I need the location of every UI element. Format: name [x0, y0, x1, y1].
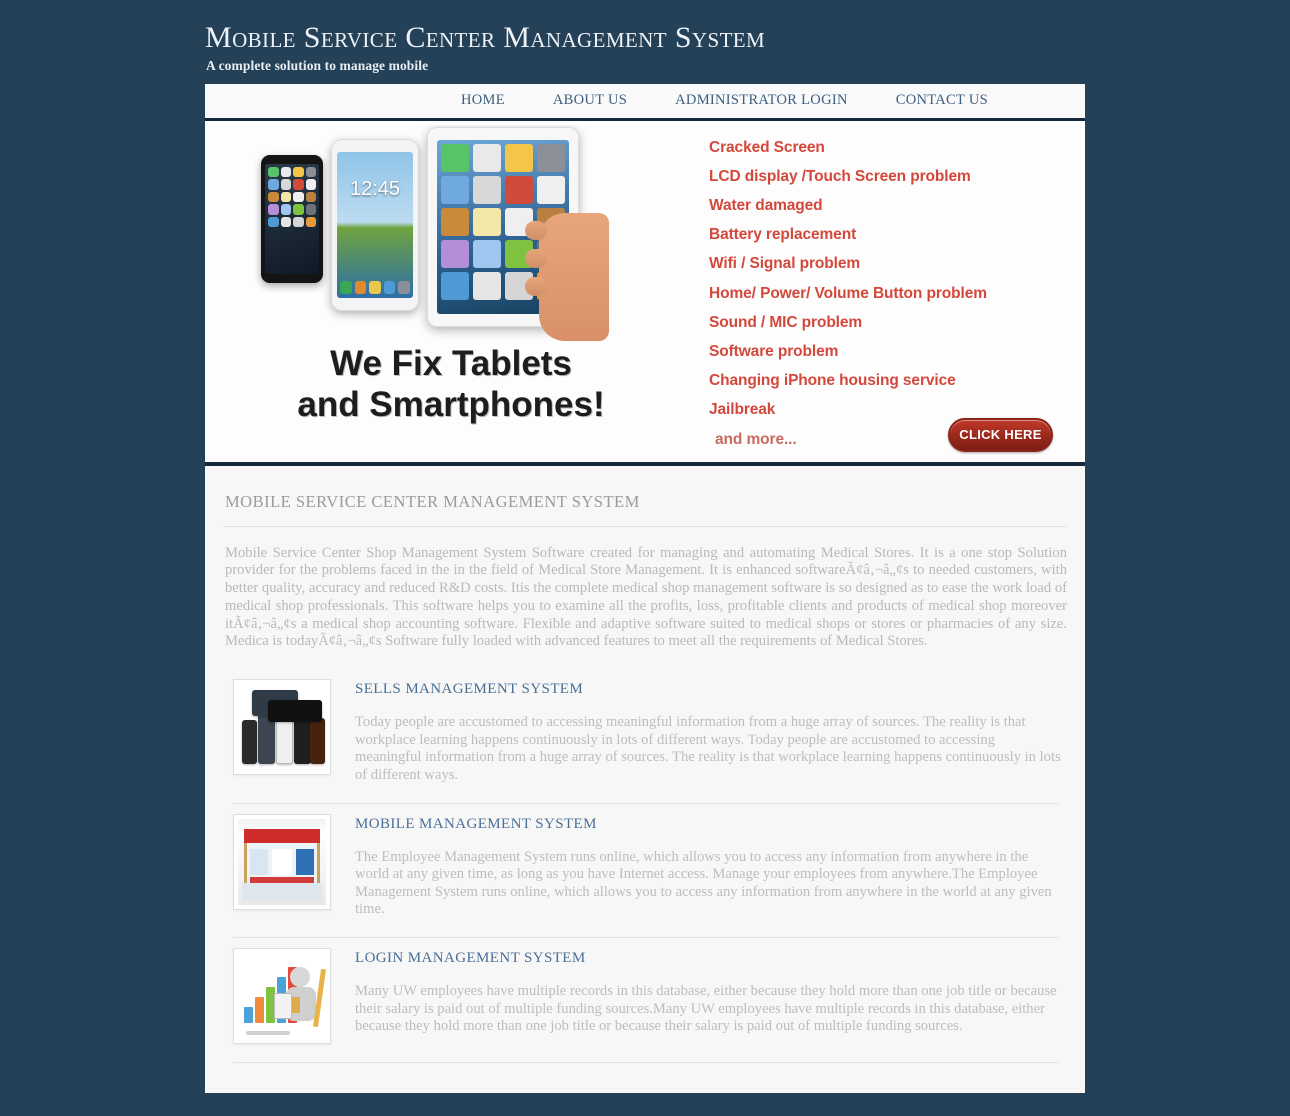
banner-service-item: Wifi / Signal problem	[709, 255, 861, 273]
main-content-card: MOBILE SERVICE CENTER MANAGEMENT SYSTEM …	[205, 465, 1085, 1094]
app-icon	[293, 191, 304, 202]
app-icon	[293, 179, 304, 190]
nav-about-us[interactable]: ABOUT US	[529, 92, 651, 109]
feature-body: SELLS MANAGEMENT SYSTEM Today people are …	[355, 679, 1067, 784]
phone-clock-label: 12:45	[349, 177, 401, 200]
app-icon	[293, 166, 304, 177]
mobile-store-front-icon	[238, 818, 326, 905]
dock-icon	[340, 280, 352, 294]
app-icon	[280, 179, 291, 190]
app-icon	[280, 166, 291, 177]
banner-service-item: LCD display /Touch Screen problem	[709, 167, 971, 185]
site-header: Mobile Service Center Management System …	[0, 0, 1290, 84]
feature-item: MOBILE MANAGEMENT SYSTEM The Employee Man…	[223, 804, 1067, 933]
feature-body: MOBILE MANAGEMENT SYSTEM The Employee Man…	[355, 814, 1067, 919]
app-icon	[280, 204, 291, 215]
smartphones-group-icon	[238, 684, 326, 771]
app-icon	[293, 204, 304, 215]
hero-banner-wrap: 12:45 We Fix Tablets and Smartphones! Cr…	[205, 120, 1085, 466]
app-icon	[280, 216, 291, 227]
main-navigation: HOME ABOUT US ADMINISTRATOR LOGIN CONTACT U…	[205, 83, 1085, 121]
section-title: MOBILE SERVICE CENTER MANAGEMENT SYSTEM	[225, 491, 640, 511]
page-title: Mobile Service Center Management System	[205, 21, 766, 54]
app-icon	[305, 191, 316, 202]
dock-icon	[398, 280, 410, 294]
feature-text: The Employee Management System runs onli…	[355, 848, 1052, 918]
banner-service-item: Home/ Power/ Volume Button problem	[709, 284, 987, 302]
click-here-label: CLICK HERE	[959, 427, 1042, 442]
white-phone-icon: 12:45	[331, 138, 419, 311]
banner-headline: We Fix Tablets and Smartphones!	[221, 343, 681, 425]
app-icon	[473, 239, 501, 268]
app-icon	[268, 216, 279, 227]
feature-item: LOGIN MANAGEMENT SYSTEM Many UW employees…	[223, 938, 1067, 1058]
feature-list: SELLS MANAGEMENT SYSTEM Today people are …	[223, 669, 1067, 1064]
feature-title[interactable]: MOBILE MANAGEMENT SYSTEM	[355, 816, 1067, 833]
title-divider	[223, 525, 1067, 527]
hand-icon	[525, 212, 609, 341]
app-icon	[441, 175, 469, 204]
nav-list: HOME ABOUT US ADMINISTRATOR LOGIN CONTACT U…	[205, 92, 1012, 109]
app-icon	[473, 143, 501, 172]
page-root: Mobile Service Center Management System …	[0, 0, 1290, 1094]
nav-contact-us[interactable]: CONTACT US	[872, 92, 1012, 109]
hero-banner: 12:45 We Fix Tablets and Smartphones! Cr…	[209, 124, 1081, 462]
dock-icon	[383, 280, 396, 294]
feature-divider	[233, 1062, 1059, 1064]
feature-thumbnail[interactable]	[233, 679, 331, 776]
dock-icon	[369, 280, 381, 294]
banner-service-item: Water damaged	[709, 196, 823, 214]
nav-home[interactable]: HOME	[437, 92, 529, 109]
feature-title[interactable]: SELLS MANAGEMENT SYSTEM	[355, 681, 1067, 698]
nav-administrator-login[interactable]: ADMINISTRATOR LOGIN	[651, 92, 872, 109]
app-icon	[268, 191, 279, 202]
app-icon	[537, 143, 565, 172]
app-icon	[305, 204, 316, 215]
feature-body: LOGIN MANAGEMENT SYSTEM Many UW employees…	[355, 948, 1067, 1044]
app-icon	[268, 179, 279, 190]
app-icon	[268, 166, 279, 177]
app-icon	[505, 143, 533, 172]
black-phone-icon	[261, 154, 323, 283]
banner-service-item: Cracked Screen	[709, 138, 825, 156]
app-icon	[505, 175, 533, 204]
app-icon	[441, 143, 469, 172]
banner-services-list: Cracked Screen LCD display /Touch Screen …	[709, 133, 1081, 462]
app-icon	[473, 271, 501, 300]
app-icon	[305, 166, 316, 177]
app-icon	[441, 207, 469, 236]
app-icon	[537, 175, 565, 204]
app-icon	[293, 216, 304, 227]
feature-thumbnail[interactable]	[233, 948, 331, 1045]
app-icon	[305, 216, 316, 227]
banner-service-item: Changing iPhone housing service	[709, 372, 956, 390]
app-icon	[473, 207, 501, 236]
dock-icon	[354, 280, 367, 294]
app-icon	[441, 239, 469, 268]
feature-item: SELLS MANAGEMENT SYSTEM Today people are …	[223, 669, 1067, 798]
feature-text: Today people are accustomed to accessing…	[355, 714, 1061, 784]
app-icon	[280, 191, 291, 202]
site-tagline: A complete solution to manage mobile	[206, 57, 429, 73]
banner-headline-line1: We Fix Tablets	[330, 343, 572, 383]
bar-chart-figure-icon	[238, 953, 326, 1040]
app-icon	[268, 204, 279, 215]
feature-title[interactable]: LOGIN MANAGEMENT SYSTEM	[355, 950, 1067, 967]
banner-device-artwork: 12:45 We Fix Tablets and Smartphones!	[209, 125, 689, 462]
intro-paragraph: Mobile Service Center Shop Management Sy…	[225, 544, 1067, 650]
feature-thumbnail[interactable]	[233, 813, 331, 910]
app-icon	[305, 179, 316, 190]
banner-headline-line2: and Smartphones!	[297, 384, 605, 424]
banner-service-item: Software problem	[709, 342, 839, 360]
app-icon	[441, 271, 469, 300]
banner-service-item: Sound / MIC problem	[709, 313, 863, 331]
click-here-button[interactable]: CLICK HERE	[948, 417, 1053, 452]
banner-service-item: Battery replacement	[709, 226, 857, 244]
feature-text: Many UW employees have multiple records …	[355, 983, 1057, 1035]
app-icon	[473, 175, 501, 204]
